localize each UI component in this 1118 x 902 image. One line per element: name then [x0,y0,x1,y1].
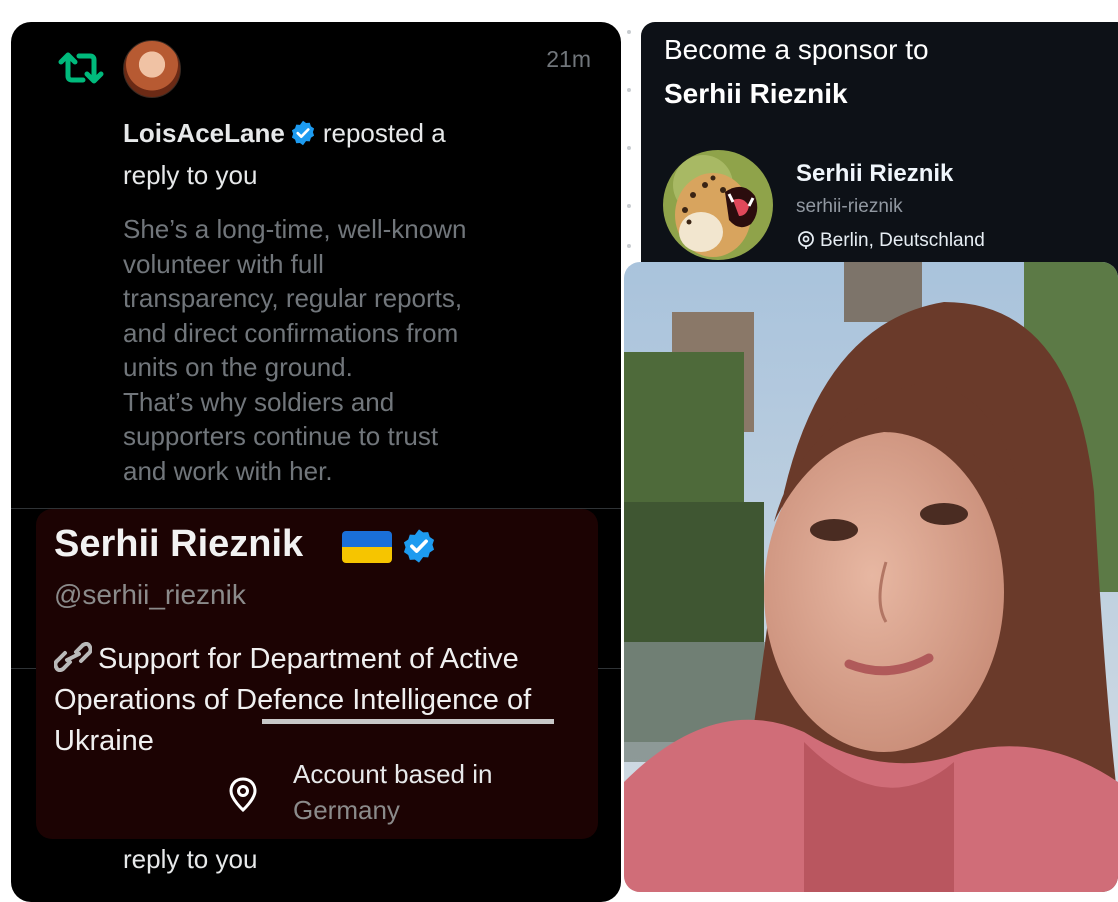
timestamp: 21m [546,46,591,72]
separator-dot [627,146,631,150]
reply-line: and work with her. [123,455,333,486]
ukraine-flag-icon [342,531,392,563]
selfie-photo [624,262,1118,892]
retweet-icon [58,52,104,84]
reply-line: units on the ground. [123,352,353,382]
repost-action: reposted a [322,118,446,148]
link-icon [54,642,92,672]
reply-preview[interactable]: She’s a long-time, well-known volunteer … [123,212,553,488]
verified-icon [403,529,435,563]
bio-line: Ukraine [54,725,154,757]
reply-line: volunteer with full [123,248,324,279]
notification-text-bottom: reply to you [123,844,258,874]
sponsor-location-text: Berlin, Deutschland [820,230,985,251]
notification-text: LoisAceLane reposted a [123,118,446,149]
avatar[interactable] [123,40,181,98]
highlight-underline [262,719,554,724]
profile-card: Serhii Rieznik @serhii_rieznik Support f… [36,509,598,839]
sponsor-login: serhii-rieznik [796,196,903,217]
separator-dot [627,30,631,34]
sponsor-name[interactable]: Serhii Rieznik [796,160,953,188]
reply-line: transparency, regular reports, [123,283,463,313]
sponsor-heading: Become a sponsor to [664,34,929,65]
reply-line: That’s why soldiers and [123,386,395,417]
verified-icon [291,120,314,146]
sponsor-card: Become a sponsor to Serhii Rieznik Serhi… [641,22,1118,282]
reply-line: supporters continue to trust [123,421,439,451]
sponsor-location: Berlin, Deutschland [796,230,985,252]
separator-dot [627,88,631,92]
sponsor-heading-name: Serhii Rieznik [664,78,848,109]
profile-bio: Support for Department of Active Operati… [54,639,599,762]
reply-line: and direct confirmations from [123,317,459,348]
account-based-label: Account based in [293,759,493,789]
bio-line: Operations of Defence Intelligence of [54,684,532,716]
sponsor-avatar[interactable] [663,150,773,260]
separator-dot [627,244,631,248]
reply-line: She’s a long-time, well-known [123,214,467,244]
location-pin-icon [229,777,257,813]
notification-text-2: reply to you [123,160,258,190]
bio-line: Support for Department of Active [98,643,519,675]
profile-name: Serhii Rieznik [54,523,304,565]
location-pin-icon [798,231,814,249]
separator-dot [627,204,631,208]
profile-handle: @serhii_rieznik [54,579,246,610]
account-based-value: Germany [293,795,400,825]
reposter-name[interactable]: LoisAceLane [123,118,285,148]
